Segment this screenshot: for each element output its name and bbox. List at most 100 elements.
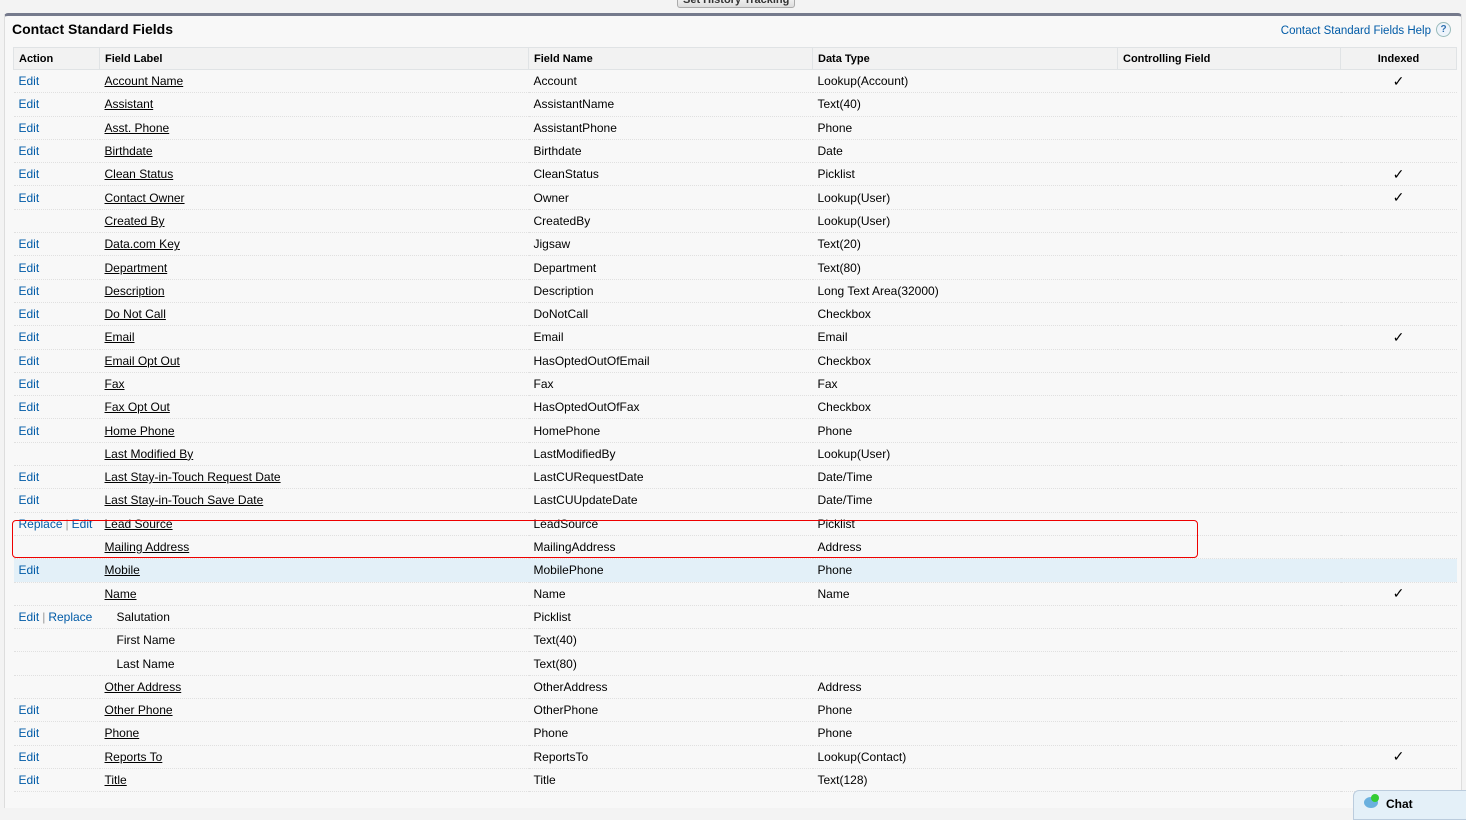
field-label-link[interactable]: Contact Owner [105, 191, 185, 205]
action-cell: Edit [13, 232, 100, 257]
table-row: Mailing Address MailingAddress Address [13, 535, 1457, 560]
field-label-link[interactable]: Department [105, 261, 168, 275]
field-label-link[interactable]: Other Address [105, 680, 182, 694]
field-name: Name [533, 586, 566, 601]
field-label-link[interactable]: Birthdate [105, 144, 153, 158]
replace-link[interactable]: Replace [48, 610, 92, 624]
help-link[interactable]: Contact Standard Fields Help [1281, 25, 1431, 37]
field-label-link[interactable]: Do Not Call [105, 307, 166, 321]
edit-link[interactable]: Edit [19, 610, 40, 624]
field-label-link[interactable]: Reports To [105, 750, 163, 764]
field-label-link[interactable]: Data.com Key [105, 237, 180, 251]
edit-link[interactable]: Edit [19, 237, 40, 251]
indexed-cell [1340, 302, 1457, 327]
field-label-link[interactable]: Assistant [105, 97, 154, 111]
edit-link[interactable]: Edit [19, 167, 40, 181]
set-history-tracking-button[interactable]: Set History Tracking [677, 0, 796, 8]
edit-link[interactable]: Edit [19, 121, 40, 135]
help-icon[interactable]: ? [1436, 22, 1451, 37]
edit-link[interactable]: Edit [19, 750, 40, 764]
field-label-link[interactable]: Phone [105, 726, 140, 740]
edit-link[interactable]: Edit [19, 144, 40, 158]
controlling-field [1117, 139, 1341, 164]
edit-link[interactable]: Edit [19, 97, 40, 111]
field-label-link[interactable]: Description [105, 284, 165, 298]
field-name: AssistantName [533, 97, 615, 112]
field-label-link[interactable]: Title [105, 773, 127, 787]
edit-link[interactable]: Edit [19, 354, 40, 368]
data-type: Checkbox [817, 400, 871, 415]
action-cell: Edit [13, 139, 100, 164]
action-cell: Edit [13, 92, 100, 117]
checkmark-icon: ✓ [1392, 189, 1405, 206]
field-label-link[interactable]: Lead Source [105, 517, 173, 531]
field-label-link[interactable]: Home Phone [105, 424, 175, 438]
edit-link[interactable]: Edit [19, 330, 40, 344]
action-cell: Edit [13, 279, 100, 303]
indexed-cell [1340, 255, 1457, 280]
chat-button[interactable]: Chat [1353, 790, 1466, 820]
replace-link[interactable]: Replace [19, 517, 63, 531]
indexed-cell [1340, 209, 1457, 234]
field-name: AssistantPhone [533, 120, 617, 135]
edit-link[interactable]: Edit [19, 191, 40, 205]
column-header-field-name[interactable]: Field Name [528, 47, 813, 70]
edit-link[interactable]: Edit [19, 74, 40, 88]
table-row: Edit Home Phone HomePhone Phone [13, 418, 1457, 443]
edit-link[interactable]: Edit [19, 493, 40, 507]
controlling-field [1117, 418, 1341, 443]
column-header-controlling-field[interactable]: Controlling Field [1117, 47, 1341, 70]
column-header-indexed[interactable]: Indexed [1340, 47, 1457, 70]
field-label-link[interactable]: Last Stay-in-Touch Save Date [105, 493, 264, 507]
data-type: Lookup(User) [817, 213, 891, 228]
table-row: Edit Asst. Phone AssistantPhone Phone [13, 116, 1457, 140]
action-cell [13, 209, 100, 234]
action-separator: | [42, 609, 46, 624]
field-label-link[interactable]: Last Stay-in-Touch Request Date [105, 470, 281, 484]
edit-link[interactable]: Edit [19, 563, 40, 577]
action-cell [13, 582, 100, 606]
controlling-field [1117, 535, 1341, 560]
field-label-link[interactable]: Fax Opt Out [105, 400, 170, 414]
field-label-link[interactable]: Email [105, 330, 135, 344]
field-label-link[interactable]: Other Phone [105, 703, 173, 717]
edit-link[interactable]: Edit [72, 517, 93, 531]
field-name: CreatedBy [533, 213, 591, 228]
edit-link[interactable]: Edit [19, 400, 40, 414]
field-label-link[interactable]: Clean Status [105, 167, 174, 181]
edit-link[interactable]: Edit [19, 726, 40, 740]
column-header-field-label[interactable]: Field Label [99, 47, 529, 70]
field-label-link[interactable]: Fax [105, 377, 125, 391]
field-label-link[interactable]: Created By [105, 214, 165, 228]
action-cell: Edit [13, 302, 100, 327]
indexed-cell [1340, 721, 1457, 746]
edit-link[interactable]: Edit [19, 773, 40, 787]
edit-link[interactable]: Edit [19, 261, 40, 275]
table-row: Edit | Replace Salutation Picklist [13, 605, 1457, 630]
action-cell: Edit | Replace [13, 605, 100, 630]
indexed-cell [1340, 418, 1457, 443]
edit-link[interactable]: Edit [19, 703, 40, 717]
action-cell: Edit [13, 465, 100, 490]
indexed-cell [1340, 372, 1457, 397]
field-label-link[interactable]: Asst. Phone [105, 121, 170, 135]
field-label-link[interactable]: Mobile [105, 563, 140, 577]
edit-link[interactable]: Edit [19, 284, 40, 298]
edit-link[interactable]: Edit [19, 307, 40, 321]
field-name: Department [533, 260, 597, 275]
table-row: Last Name Text(80) [13, 651, 1457, 676]
edit-link[interactable]: Edit [19, 377, 40, 391]
field-label-link[interactable]: Last Modified By [105, 447, 194, 461]
field-label-link[interactable]: Email Opt Out [105, 354, 180, 368]
field-label-link[interactable]: Account Name [105, 74, 184, 88]
table-row: Edit Email Opt Out HasOptedOutOfEmail Check… [13, 349, 1457, 373]
field-label-link[interactable]: Name [105, 587, 137, 601]
field-name: Text(40) [533, 633, 577, 648]
column-header-data-type[interactable]: Data Type [812, 47, 1118, 70]
edit-link[interactable]: Edit [19, 424, 40, 438]
field-label-link[interactable]: Mailing Address [105, 540, 190, 554]
controlling-field [1117, 651, 1341, 676]
edit-link[interactable]: Edit [19, 470, 40, 484]
controlling-field [1117, 442, 1341, 467]
table-row: Edit Email Email Email ✓ [13, 325, 1457, 350]
